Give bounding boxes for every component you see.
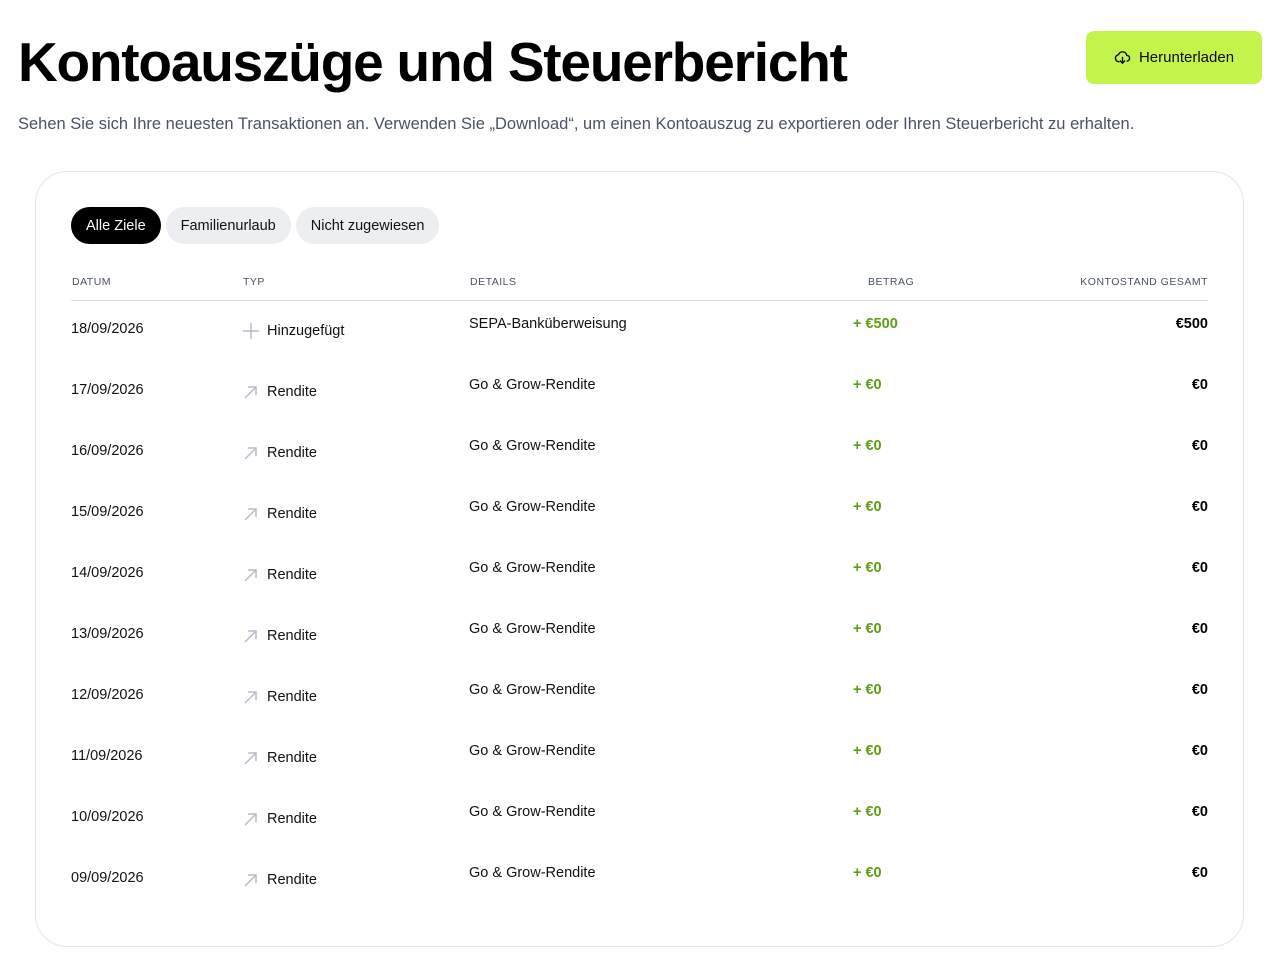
row-details: Go & Grow-Rendite — [469, 438, 596, 454]
row-type-label: Hinzugefügt — [267, 323, 345, 339]
transactions-card: Alle Ziele Familienurlaub Nicht zugewies… — [35, 171, 1244, 947]
row-amount: + €0 — [853, 743, 882, 759]
table-row[interactable]: 10/09/2026 Rendite Go & Grow-Rendite + €0 €0 — [71, 789, 1208, 850]
row-details: Go & Grow-Rendite — [469, 743, 596, 759]
table-header: DATUM TYP DETAILS BETRAG KONTOSTAND GESA… — [71, 269, 1208, 301]
arrow-up-right-icon — [241, 443, 261, 463]
row-amount: + €0 — [853, 377, 882, 393]
column-header-amount: BETRAG — [868, 276, 915, 288]
row-details: Go & Grow-Rendite — [469, 621, 596, 637]
arrow-up-right-icon — [241, 382, 261, 402]
row-amount: + €0 — [853, 682, 882, 698]
row-balance: €0 — [1191, 743, 1208, 759]
page-title: Kontoauszüge und Steuerbericht — [18, 31, 848, 93]
row-type: Rendite — [241, 687, 317, 707]
row-type-label: Rendite — [267, 506, 317, 522]
filter-chip-unassigned[interactable]: Nicht zugewiesen — [295, 207, 440, 244]
row-balance: €0 — [1191, 621, 1208, 637]
download-button-label: Herunterladen — [1138, 49, 1235, 66]
page-subtitle: Sehen Sie sich Ihre neuesten Transaktion… — [18, 115, 1135, 133]
table-row[interactable]: 14/09/2026 Rendite Go & Grow-Rendite + €0 €0 — [71, 545, 1208, 606]
row-type-label: Rendite — [267, 750, 317, 766]
arrow-up-right-icon — [241, 748, 261, 768]
table-row[interactable]: 16/09/2026 Rendite Go & Grow-Rendite + €0 €0 — [71, 423, 1208, 484]
row-balance: €0 — [1191, 377, 1208, 393]
row-date: 12/09/2026 — [71, 687, 144, 703]
row-date: 17/09/2026 — [71, 382, 144, 398]
table-row[interactable]: 09/09/2026 Rendite Go & Grow-Rendite + €0 €0 — [71, 850, 1208, 911]
column-header-date: DATUM — [72, 276, 112, 288]
filter-chip-all-goals[interactable]: Alle Ziele — [71, 207, 161, 244]
row-details: Go & Grow-Rendite — [469, 499, 596, 515]
row-type: Rendite — [241, 626, 317, 646]
row-type: Rendite — [241, 870, 317, 890]
filter-chip-family-vacation[interactable]: Familienurlaub — [165, 207, 291, 244]
column-header-type: TYP — [243, 276, 265, 288]
row-type-label: Rendite — [267, 689, 317, 705]
row-balance: €500 — [1175, 316, 1208, 332]
row-balance: €0 — [1191, 865, 1208, 881]
table-row[interactable]: 17/09/2026 Rendite Go & Grow-Rendite + €0 €0 — [71, 362, 1208, 423]
row-details: Go & Grow-Rendite — [469, 377, 596, 393]
table-row[interactable]: 13/09/2026 Rendite Go & Grow-Rendite + €0 €0 — [71, 606, 1208, 667]
row-type: Rendite — [241, 382, 317, 402]
row-details: SEPA-Banküberweisung — [469, 316, 627, 332]
arrow-up-right-icon — [241, 504, 261, 524]
row-date: 16/09/2026 — [71, 443, 144, 459]
row-date: 09/09/2026 — [71, 870, 144, 886]
row-amount: + €0 — [853, 865, 882, 881]
row-date: 13/09/2026 — [71, 626, 144, 642]
row-type: Rendite — [241, 443, 317, 463]
row-type-label: Rendite — [267, 872, 317, 888]
row-balance: €0 — [1191, 682, 1208, 698]
download-button[interactable]: Herunterladen — [1086, 31, 1262, 84]
row-amount: + €0 — [853, 804, 882, 820]
row-balance: €0 — [1191, 499, 1208, 515]
row-date: 11/09/2026 — [71, 748, 143, 764]
arrow-up-right-icon — [241, 870, 261, 890]
row-type: Hinzugefügt — [241, 321, 344, 341]
row-date: 14/09/2026 — [71, 565, 144, 581]
row-date: 15/09/2026 — [71, 504, 144, 520]
row-balance: €0 — [1191, 804, 1208, 820]
row-amount: + €0 — [853, 499, 882, 515]
row-amount: + €0 — [853, 560, 882, 576]
row-type: Rendite — [241, 809, 317, 829]
row-type-label: Rendite — [267, 384, 317, 400]
row-type: Rendite — [241, 565, 317, 585]
row-type-label: Rendite — [267, 567, 317, 583]
row-amount: + €0 — [853, 438, 882, 454]
row-type-label: Rendite — [267, 445, 317, 461]
row-balance: €0 — [1191, 438, 1208, 454]
row-type: Rendite — [241, 504, 317, 524]
row-amount: + €500 — [853, 316, 898, 332]
arrow-up-right-icon — [241, 626, 261, 646]
row-details: Go & Grow-Rendite — [469, 560, 596, 576]
row-details: Go & Grow-Rendite — [469, 804, 596, 820]
row-amount: + €0 — [853, 621, 882, 637]
row-details: Go & Grow-Rendite — [469, 865, 596, 881]
table-row[interactable]: 12/09/2026 Rendite Go & Grow-Rendite + €0 €0 — [71, 667, 1208, 728]
row-type-label: Rendite — [267, 628, 317, 644]
row-date: 10/09/2026 — [71, 809, 144, 825]
row-date: 18/09/2026 — [71, 321, 144, 337]
row-balance: €0 — [1191, 560, 1208, 576]
row-type: Rendite — [241, 748, 317, 768]
table-row[interactable]: 15/09/2026 Rendite Go & Grow-Rendite + €0 €0 — [71, 484, 1208, 545]
cloud-download-icon — [1114, 49, 1131, 66]
statements-page: Kontoauszüge und Steuerbericht Herunterl… — [0, 0, 1280, 967]
arrow-up-right-icon — [241, 687, 261, 707]
arrow-up-right-icon — [241, 565, 261, 585]
transactions-table-body: 18/09/2026 Hinzugefügt SEPA-Banküberweisun… — [71, 301, 1208, 911]
table-row[interactable]: 11/09/2026 Rendite Go & Grow-Rendite + €0 €0 — [71, 728, 1208, 789]
column-header-details: DETAILS — [470, 276, 517, 288]
table-row[interactable]: 18/09/2026 Hinzugefügt SEPA-Banküberweisun… — [71, 301, 1208, 362]
row-type-label: Rendite — [267, 811, 317, 827]
plus-icon — [241, 321, 261, 341]
column-header-balance: KONTOSTAND GESAMT — [1080, 276, 1208, 288]
goal-filter-chips: Alle Ziele Familienurlaub Nicht zugewies… — [71, 207, 440, 244]
arrow-up-right-icon — [241, 809, 261, 829]
row-details: Go & Grow-Rendite — [469, 682, 596, 698]
